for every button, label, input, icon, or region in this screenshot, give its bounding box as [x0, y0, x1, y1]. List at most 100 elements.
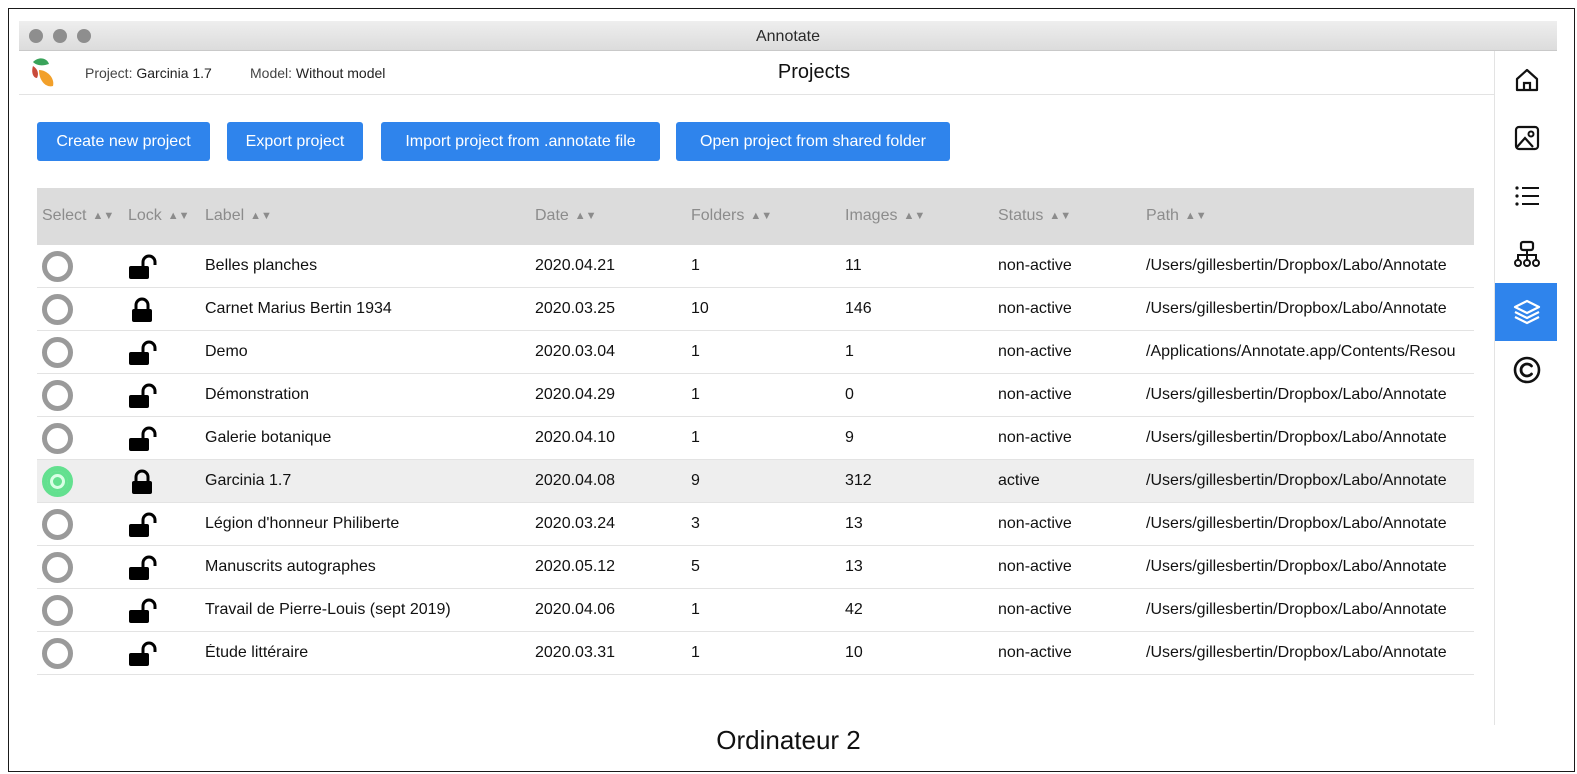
cell-path: /Users/gillesbertin/Dropbox/Labo/Annotat…	[1146, 386, 1447, 403]
nav-home[interactable]	[1495, 51, 1557, 109]
cell-folders: 5	[691, 558, 700, 575]
nav-hierarchy[interactable]	[1495, 225, 1557, 283]
cell-path: /Users/gillesbertin/Dropbox/Labo/Annotat…	[1146, 429, 1447, 446]
cell-path: /Users/gillesbertin/Dropbox/Labo/Annotat…	[1146, 257, 1447, 274]
current-model: Model: Without model	[250, 65, 385, 81]
select-radio[interactable]	[42, 251, 73, 282]
column-header-path[interactable]: Path ▲▼	[1146, 207, 1207, 225]
table-row[interactable]: Galerie botanique 2020.04.10 1 9 non-active /…	[37, 417, 1474, 460]
lock-open-icon[interactable]	[127, 254, 157, 280]
cell-images: 0	[845, 386, 854, 403]
select-radio[interactable]	[42, 552, 73, 583]
right-sidebar	[1494, 51, 1557, 725]
cell-label: Demo	[205, 343, 248, 360]
table-row[interactable]: Travail de Pierre-Louis (sept 2019) 2020.…	[37, 589, 1474, 632]
export-project-button[interactable]: Export project	[227, 122, 363, 161]
cell-folders: 1	[691, 257, 700, 274]
cell-status: non-active	[998, 429, 1072, 446]
column-header-label[interactable]: Label ▲▼	[205, 207, 272, 225]
column-header-folders[interactable]: Folders ▲▼	[691, 207, 772, 225]
cell-date: 2020.03.04	[535, 343, 616, 360]
model-value: Without model	[295, 65, 386, 81]
lock-open-icon[interactable]	[127, 340, 157, 366]
table-row[interactable]: Carnet Marius Bertin 1934 2020.03.25 10 146…	[37, 288, 1474, 331]
list-icon	[1514, 186, 1539, 206]
select-radio[interactable]	[42, 466, 73, 497]
lock-open-icon[interactable]	[127, 641, 157, 667]
cell-folders: 1	[691, 644, 700, 661]
cell-status: non-active	[998, 300, 1072, 317]
select-radio[interactable]	[42, 337, 73, 368]
column-header-select[interactable]: Select ▲▼	[42, 207, 114, 225]
figure-caption: Ordinateur 2	[716, 725, 861, 755]
lock-open-icon[interactable]	[127, 426, 157, 452]
cell-path: /Users/gillesbertin/Dropbox/Labo/Annotat…	[1146, 300, 1447, 317]
lock-open-icon[interactable]	[127, 383, 157, 409]
cell-path: /Applications/Annotate.app/Contents/Reso…	[1146, 343, 1456, 360]
create-project-button[interactable]: Create new project	[37, 122, 210, 161]
annotate-logo-icon	[32, 58, 54, 87]
lock-open-icon[interactable]	[127, 512, 157, 538]
cell-folders: 1	[691, 386, 700, 403]
lock-closed-icon[interactable]	[127, 469, 157, 495]
table-row[interactable]: Étude littéraire 2020.03.31 1 10 non-active /…	[37, 632, 1474, 675]
cell-folders: 1	[691, 601, 700, 618]
column-header-lock[interactable]: Lock ▲▼	[128, 207, 190, 225]
copyright-icon	[1513, 356, 1540, 384]
cell-path: /Users/gillesbertin/Dropbox/Labo/Annotat…	[1146, 644, 1447, 661]
table-header: Select ▲▼ Lock ▲▼ Label ▲▼ Date ▲▼ Folders ▲▼…	[37, 188, 1474, 245]
select-radio[interactable]	[42, 509, 73, 540]
layers-icon	[1513, 299, 1540, 325]
cell-images: 13	[845, 515, 863, 532]
cell-label: Légion d'honneur Philiberte	[205, 515, 400, 532]
table-row[interactable]: Belles planches 2020.04.21 1 11 non-active/U…	[37, 245, 1474, 288]
cell-date: 2020.04.10	[535, 429, 616, 446]
column-header-images[interactable]: Images ▲▼	[845, 207, 925, 225]
cell-path: /Users/gillesbertin/Dropbox/Labo/Annotat…	[1146, 558, 1447, 575]
sort-icon: ▲▼	[1184, 210, 1207, 222]
lock-open-icon[interactable]	[127, 598, 157, 624]
current-project: Project: Garcinia 1.7	[85, 65, 212, 81]
select-radio[interactable]	[42, 595, 73, 626]
select-radio[interactable]	[42, 380, 73, 411]
column-header-status[interactable]: Status ▲▼	[998, 207, 1071, 225]
table-row[interactable]: Légion d'honneur Philiberte 2020.03.24 3 13…	[37, 503, 1474, 546]
cell-images: 312	[845, 472, 872, 489]
lock-closed-icon[interactable]	[127, 297, 157, 323]
table-row[interactable]: Manuscrits autographes 2020.05.12 5 13 non-a…	[37, 546, 1474, 589]
cell-label: Manuscrits autographes	[205, 558, 376, 575]
nav-images[interactable]	[1495, 109, 1557, 167]
sort-icon: ▲▼	[574, 210, 597, 222]
cell-status: non-active	[998, 386, 1072, 403]
cell-date: 2020.04.06	[535, 601, 616, 618]
cell-date: 2020.03.31	[535, 644, 616, 661]
import-project-button[interactable]: Import project from .annotate file	[381, 122, 660, 161]
cell-status: active	[998, 472, 1040, 489]
lock-open-icon[interactable]	[127, 555, 157, 581]
sort-icon: ▲▼	[750, 210, 773, 222]
select-radio[interactable]	[42, 423, 73, 454]
column-header-date[interactable]: Date ▲▼	[535, 207, 597, 225]
select-radio[interactable]	[42, 294, 73, 325]
cell-status: non-active	[998, 343, 1072, 360]
table-row[interactable]: Démonstration 2020.04.29 1 0 non-active/User…	[37, 374, 1474, 417]
project-info-bar: Project: Garcinia 1.7 Model: Without mod…	[19, 51, 1494, 95]
cell-path: /Users/gillesbertin/Dropbox/Labo/Annotat…	[1146, 601, 1447, 618]
nav-list[interactable]	[1495, 167, 1557, 225]
open-shared-folder-button[interactable]: Open project from shared folder	[676, 122, 950, 161]
cell-images: 42	[845, 601, 863, 618]
select-radio[interactable]	[42, 638, 73, 669]
cell-status: non-active	[998, 257, 1072, 274]
cell-path: /Users/gillesbertin/Dropbox/Labo/Annotat…	[1146, 472, 1447, 489]
cell-label: Étude littéraire	[205, 644, 309, 661]
nav-about[interactable]	[1495, 341, 1557, 399]
page-title: Projects	[777, 61, 851, 83]
hierarchy-icon	[1513, 240, 1540, 267]
cell-images: 11	[845, 257, 862, 274]
home-icon	[1515, 68, 1538, 92]
table-row[interactable]: Garcinia 1.7 2020.04.08 9 312 active/Users/g…	[37, 460, 1474, 503]
cell-images: 146	[845, 300, 872, 317]
nav-projects[interactable]	[1495, 283, 1557, 341]
cell-date: 2020.03.24	[535, 515, 616, 532]
table-row[interactable]: Demo 2020.03.04 1 1 non-active/Applications/…	[37, 331, 1474, 374]
